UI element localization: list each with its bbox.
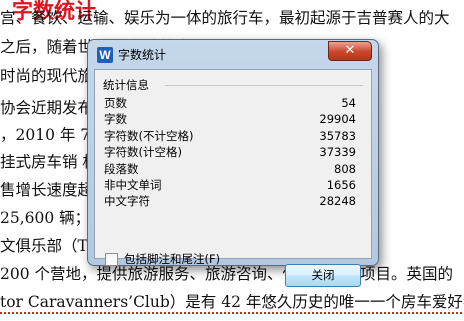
- stat-label: 中文字符: [104, 194, 150, 209]
- stat-label: 非中文单词: [104, 177, 162, 192]
- document-line: 200 个营地，提供旅游服务、旅游咨询、保险等服务项目。英国的: [0, 265, 454, 283]
- stat-value: 29904: [319, 112, 356, 127]
- document-line: tor Caravanners’Club）是有 42 年悠久历史的唯一一个房车爱…: [0, 292, 464, 314]
- stat-row: 非中文单词 1656: [104, 177, 356, 193]
- stat-label: 字符数(不计空格): [104, 128, 194, 143]
- dialog-body: 统计信息 页数 54 字数 29904 字符数(不计空格) 35783 字符数(计空格…: [94, 69, 372, 287]
- stat-value: 35783: [319, 128, 356, 143]
- stat-value: 54: [341, 96, 356, 110]
- wps-writer-icon: W: [97, 47, 113, 63]
- stat-row: 字符数(不计空格) 35783: [104, 128, 356, 144]
- close-button[interactable]: ✕: [328, 41, 372, 61]
- stats-group-label: 统计信息: [103, 78, 149, 92]
- stat-label: 段落数: [104, 161, 139, 176]
- dialog-title: 字数统计: [118, 48, 167, 62]
- stat-row: 字数 29904: [104, 111, 356, 127]
- stat-label: 页数: [104, 96, 127, 110]
- document-line: 时尚的现代旅: [0, 67, 94, 85]
- include-footnotes-option[interactable]: 包括脚注和尾注(F): [105, 251, 220, 267]
- stat-value: 1656: [326, 177, 356, 192]
- stat-row: 中文字符 28248: [104, 193, 356, 209]
- word-count-dialog: W 字数统计 ✕ 统计信息 页数 54 字数 29904 字符数(不计空格) 3578…: [87, 39, 379, 287]
- include-footnotes-checkbox[interactable]: [105, 252, 118, 266]
- stats-list: 页数 54 字数 29904 字符数(不计空格) 35783 字符数(计空格) 3733…: [104, 95, 356, 210]
- close-dialog-button[interactable]: 关闭: [285, 264, 361, 287]
- stat-value: 28248: [319, 194, 356, 209]
- stat-row: 页数 54: [104, 95, 356, 111]
- stat-row: 字符数(计空格) 37339: [104, 144, 356, 160]
- stat-row: 段落数 808: [104, 161, 356, 177]
- stat-label: 字数: [104, 112, 127, 127]
- include-footnotes-label[interactable]: 包括脚注和尾注(F): [124, 251, 220, 267]
- dialog-titlebar[interactable]: W 字数统计 ✕: [88, 40, 378, 68]
- stat-label: 字符数(计空格): [104, 145, 182, 160]
- stat-value: 808: [334, 161, 356, 176]
- document-line: 宫、餐饮、运输、娱乐为一体的旅行车，最初起源于吉普赛人的大: [0, 9, 450, 27]
- stat-value: 37339: [319, 145, 356, 160]
- group-divider: [165, 85, 363, 86]
